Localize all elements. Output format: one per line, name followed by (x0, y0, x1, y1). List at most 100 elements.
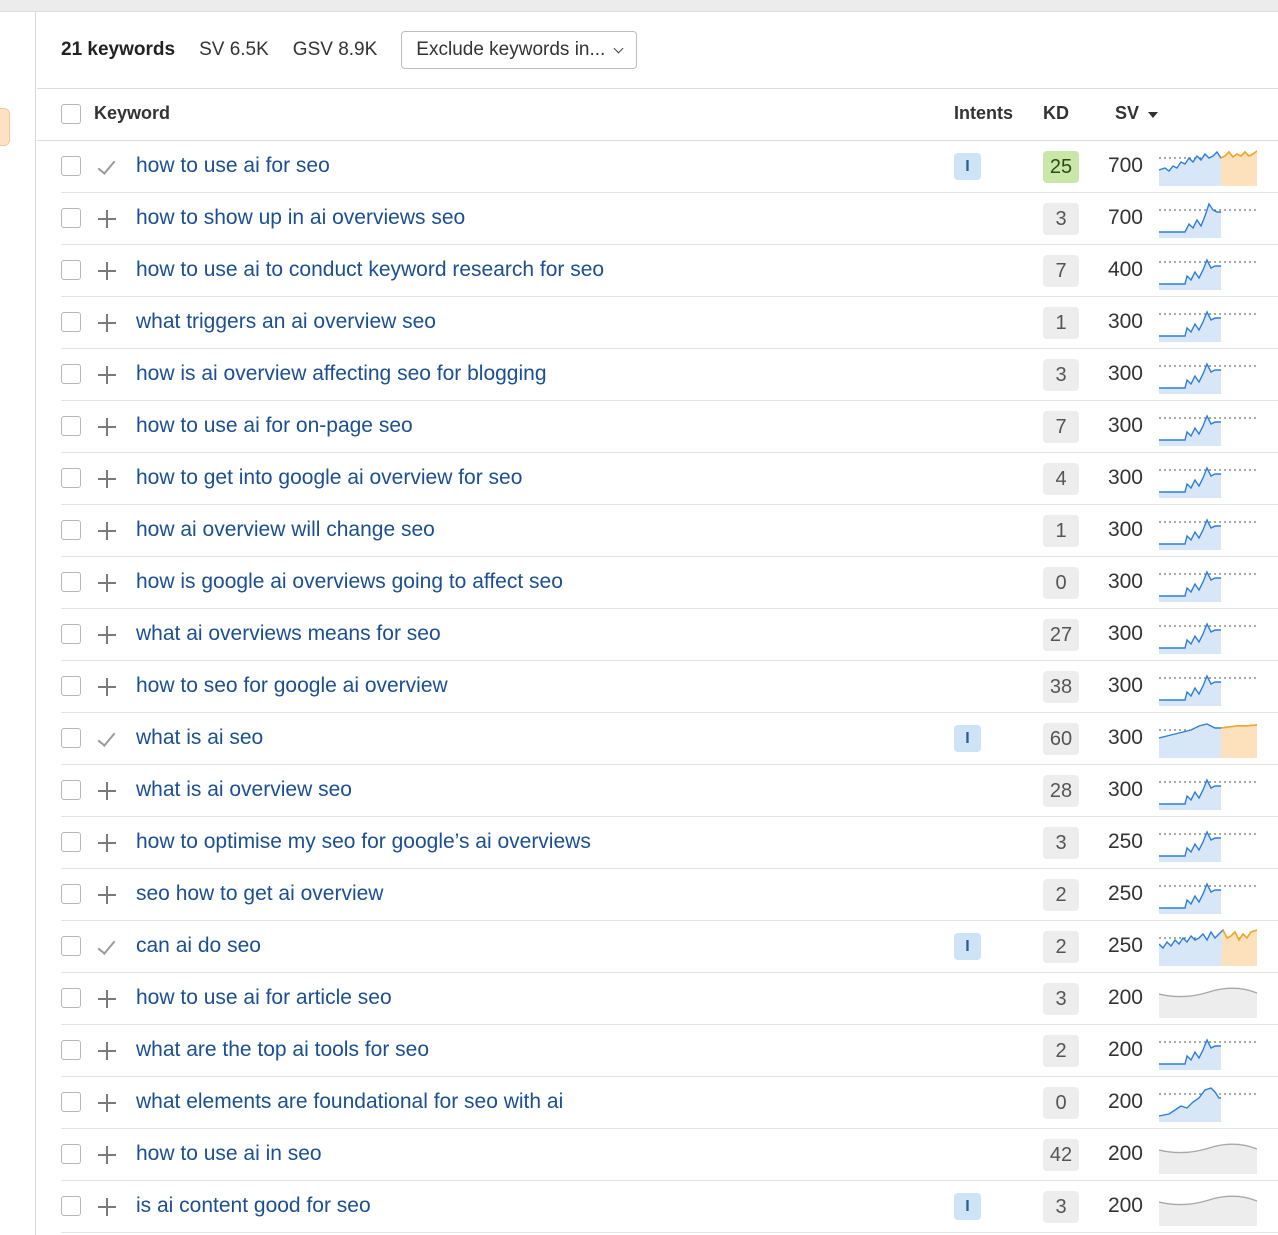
table-row: how ai overview will change seo 1 300 (61, 505, 1278, 557)
keyword-link[interactable]: what is ai seo (136, 726, 263, 750)
search-volume: 300 (1107, 466, 1143, 489)
keyword-link[interactable]: what elements are foundational for seo w… (136, 1090, 563, 1114)
intent-badge[interactable]: I (954, 1193, 981, 1220)
intent-badge[interactable]: I (954, 725, 981, 752)
add-keyword-icon[interactable] (95, 1195, 119, 1219)
keyword-link[interactable]: how to use ai to conduct keyword researc… (136, 258, 604, 282)
checkmark-icon[interactable] (95, 155, 119, 179)
row-checkbox[interactable] (61, 156, 81, 176)
keyword-link[interactable]: how to use ai in seo (136, 1142, 322, 1166)
table-row: what are the top ai tools for seo 2 200 (61, 1025, 1278, 1077)
kd-badge: 2 (1043, 1035, 1079, 1067)
row-checkbox[interactable] (61, 936, 81, 956)
trend-sparkline (1159, 778, 1257, 810)
keyword-table-body: how to use ai for seo I 25 700 how to show u… (61, 141, 1278, 1233)
trend-sparkline (1159, 1143, 1257, 1174)
add-keyword-icon[interactable] (95, 1143, 119, 1167)
row-checkbox[interactable] (61, 1092, 81, 1112)
checkmark-icon[interactable] (95, 727, 119, 751)
exclude-keywords-dropdown[interactable]: Exclude keywords in... (401, 31, 638, 69)
add-keyword-icon[interactable] (95, 415, 119, 439)
row-checkbox[interactable] (61, 884, 81, 904)
row-checkbox[interactable] (61, 208, 81, 228)
table-row: what is ai overview seo 28 300 (61, 765, 1278, 817)
keyword-link[interactable]: how is ai overview affecting seo for blo… (136, 362, 547, 386)
table-row: how is google ai overviews going to affe… (61, 557, 1278, 609)
add-keyword-icon[interactable] (95, 259, 119, 283)
keyword-link[interactable]: how to seo for google ai overview (136, 674, 448, 698)
row-checkbox[interactable] (61, 1144, 81, 1164)
add-keyword-icon[interactable] (95, 1039, 119, 1063)
keyword-link[interactable]: can ai do seo (136, 934, 261, 958)
row-checkbox[interactable] (61, 260, 81, 280)
row-checkbox[interactable] (61, 676, 81, 696)
keyword-link[interactable]: how to use ai for on-page seo (136, 414, 413, 438)
keyword-link[interactable]: how ai overview will change seo (136, 518, 435, 542)
keyword-link[interactable]: what is ai overview seo (136, 778, 352, 802)
row-checkbox[interactable] (61, 572, 81, 592)
search-volume: 300 (1107, 778, 1143, 801)
keyword-link[interactable]: what ai overviews means for seo (136, 622, 441, 646)
row-checkbox[interactable] (61, 988, 81, 1008)
column-header-kd[interactable]: KD (1043, 103, 1069, 124)
add-keyword-icon[interactable] (95, 675, 119, 699)
table-header: Keyword Intents KD SV (37, 89, 1278, 141)
row-checkbox[interactable] (61, 520, 81, 540)
row-checkbox[interactable] (61, 468, 81, 488)
row-checkbox[interactable] (61, 312, 81, 332)
column-header-intents[interactable]: Intents (954, 103, 1013, 124)
add-keyword-icon[interactable] (95, 1091, 119, 1115)
intent-badge[interactable]: I (954, 933, 981, 960)
column-header-keyword[interactable]: Keyword (94, 103, 170, 124)
trend-sparkline (1159, 987, 1257, 1018)
keyword-link[interactable]: what are the top ai tools for seo (136, 1038, 429, 1062)
keyword-link[interactable]: how to get into google ai overview for s… (136, 466, 522, 490)
row-checkbox[interactable] (61, 624, 81, 644)
row-checkbox[interactable] (61, 416, 81, 436)
add-keyword-icon[interactable] (95, 571, 119, 595)
row-checkbox[interactable] (61, 1040, 81, 1060)
keyword-link[interactable]: is ai content good for seo (136, 1194, 371, 1218)
add-keyword-icon[interactable] (95, 363, 119, 387)
add-keyword-icon[interactable] (95, 207, 119, 231)
trend-sparkline (1159, 622, 1257, 654)
select-all-checkbox[interactable] (61, 104, 81, 124)
search-volume: 300 (1107, 674, 1143, 697)
row-checkbox[interactable] (61, 1196, 81, 1216)
add-keyword-icon[interactable] (95, 883, 119, 907)
search-volume: 700 (1107, 206, 1143, 229)
keyword-link[interactable]: what triggers an ai overview seo (136, 310, 436, 334)
add-keyword-icon[interactable] (95, 623, 119, 647)
trend-sparkline (1159, 258, 1257, 290)
column-header-sv[interactable]: SV (1115, 103, 1139, 124)
table-row: what elements are foundational for seo w… (61, 1077, 1278, 1129)
intent-badge[interactable]: I (954, 153, 981, 180)
table-row: how is ai overview affecting seo for blo… (61, 349, 1278, 401)
search-volume: 200 (1107, 1142, 1143, 1165)
row-checkbox[interactable] (61, 832, 81, 852)
table-row: how to use ai to conduct keyword researc… (61, 245, 1278, 297)
row-checkbox[interactable] (61, 728, 81, 748)
add-keyword-icon[interactable] (95, 831, 119, 855)
keyword-link[interactable]: how to use ai for article seo (136, 986, 392, 1010)
add-keyword-icon[interactable] (95, 779, 119, 803)
keyword-link[interactable]: how to optimise my seo for google’s ai o… (136, 830, 591, 854)
search-volume: 700 (1107, 154, 1143, 177)
keyword-link[interactable]: how to use ai for seo (136, 154, 330, 178)
keyword-link[interactable]: how to show up in ai overviews seo (136, 206, 465, 230)
search-volume: 200 (1107, 1090, 1143, 1113)
keyword-link[interactable]: seo how to get ai overview (136, 882, 383, 906)
checkmark-icon[interactable] (95, 935, 119, 959)
add-keyword-icon[interactable] (95, 467, 119, 491)
trend-sparkline (1159, 928, 1257, 966)
row-checkbox[interactable] (61, 780, 81, 800)
row-checkbox[interactable] (61, 364, 81, 384)
add-keyword-icon[interactable] (95, 311, 119, 335)
rail-tab[interactable] (0, 108, 10, 146)
sort-descending-icon[interactable] (1148, 112, 1158, 118)
keyword-link[interactable]: how is google ai overviews going to affe… (136, 570, 563, 594)
add-keyword-icon[interactable] (95, 987, 119, 1011)
add-keyword-icon[interactable] (95, 519, 119, 543)
table-row: what is ai seo I 60 300 (61, 713, 1278, 765)
search-volume: 300 (1107, 726, 1143, 749)
